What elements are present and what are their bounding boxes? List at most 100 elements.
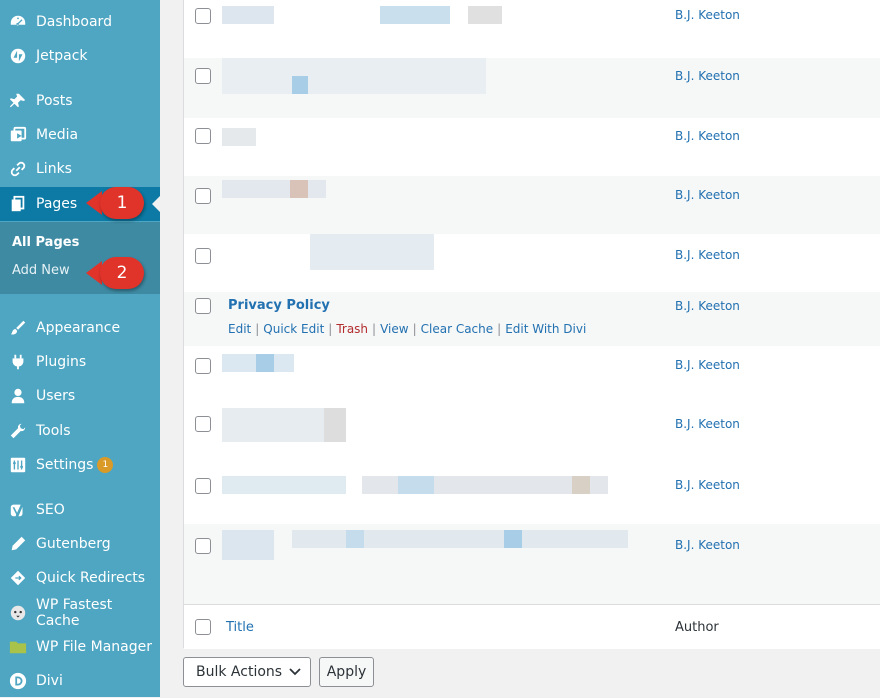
menu-media[interactable]: Media xyxy=(0,118,160,152)
menu-label: Posts xyxy=(36,93,73,109)
menu-dashboard[interactable]: Dashboard xyxy=(0,5,160,39)
menu-wp-file-manager[interactable]: WP File Manager xyxy=(0,630,160,664)
blurred-title xyxy=(346,530,364,548)
blurred-title xyxy=(256,354,274,372)
submenu-add-new[interactable]: Add New xyxy=(12,263,70,278)
menu-posts[interactable]: Posts xyxy=(0,84,160,118)
menu-wp-fastest-cache[interactable]: WP Fastest Cache xyxy=(0,596,160,630)
bulk-actions-select[interactable]: Bulk Actions xyxy=(183,657,311,687)
apply-button[interactable]: Apply xyxy=(319,657,374,687)
author-link[interactable]: B.J. Keeton xyxy=(675,248,740,262)
active-indicator xyxy=(152,196,160,212)
menu-label: Users xyxy=(36,388,76,404)
table-row: Privacy Policy Edit | Quick Edit | Trash | Vie… xyxy=(184,292,880,346)
submenu-all-pages[interactable]: All Pages xyxy=(12,235,79,250)
divi-icon xyxy=(9,672,27,690)
redirect-icon xyxy=(9,569,27,587)
dashboard-icon xyxy=(9,13,27,31)
blurred-title xyxy=(222,476,346,494)
menu-plugins[interactable]: Plugins xyxy=(0,345,160,379)
menu-label: Pages xyxy=(36,196,78,212)
menu-appearance[interactable]: Appearance xyxy=(0,311,160,345)
menu-label: Media xyxy=(36,127,79,143)
plug-icon xyxy=(9,353,27,371)
menu-links[interactable]: Links xyxy=(0,152,160,186)
blurred-title xyxy=(222,6,274,24)
menu-label: Links xyxy=(36,161,72,177)
menu-label: Gutenberg xyxy=(36,536,111,552)
pages-table: B.J. Keeton B.J. Keeton B.J. Keeton B.J.… xyxy=(183,0,880,649)
media-icon xyxy=(9,126,27,144)
author-link[interactable]: B.J. Keeton xyxy=(675,8,740,22)
row-checkbox[interactable] xyxy=(195,68,211,84)
author-link[interactable]: B.J. Keeton xyxy=(675,478,740,492)
action-edit[interactable]: Edit xyxy=(228,322,251,336)
table-row: B.J. Keeton xyxy=(184,466,880,524)
cheetah-icon xyxy=(9,604,27,622)
action-view[interactable]: View xyxy=(380,322,408,336)
blurred-title xyxy=(504,530,522,548)
row-checkbox[interactable] xyxy=(195,188,211,204)
action-clear-cache[interactable]: Clear Cache xyxy=(421,322,494,336)
menu-gutenberg[interactable]: Gutenberg xyxy=(0,527,160,561)
menu-jetpack[interactable]: Jetpack xyxy=(0,39,160,73)
author-link[interactable]: B.J. Keeton xyxy=(675,188,740,202)
menu-label: Divi xyxy=(36,673,63,689)
menu-label: Quick Redirects xyxy=(36,570,146,586)
author-link[interactable]: B.J. Keeton xyxy=(675,129,740,143)
menu-label: Plugins xyxy=(36,354,87,370)
action-trash[interactable]: Trash xyxy=(336,322,368,336)
author-link[interactable]: B.J. Keeton xyxy=(675,69,740,83)
row-checkbox[interactable] xyxy=(195,538,211,554)
menu-label: Settings xyxy=(36,457,94,473)
table-row: B.J. Keeton xyxy=(184,118,880,176)
pin-icon xyxy=(9,92,27,110)
row-checkbox[interactable] xyxy=(195,298,211,314)
blurred-title xyxy=(290,180,308,198)
admin-sidebar: Dashboard Jetpack Posts Media Links Page… xyxy=(0,0,160,697)
callout-1: 1 xyxy=(86,186,144,220)
table-row: B.J. Keeton xyxy=(184,524,880,604)
menu-label: WP Fastest Cache xyxy=(36,597,113,629)
wrench-icon xyxy=(9,422,27,440)
menu-tools[interactable]: Tools xyxy=(0,414,160,448)
table-row: B.J. Keeton xyxy=(184,176,880,234)
action-edit-with-divi[interactable]: Edit With Divi xyxy=(505,322,586,336)
row-checkbox[interactable] xyxy=(195,358,211,374)
menu-users[interactable]: Users xyxy=(0,379,160,413)
row-checkbox[interactable] xyxy=(195,8,211,24)
page-title-link[interactable]: Privacy Policy xyxy=(228,298,330,313)
menu-label: Tools xyxy=(36,423,71,439)
row-checkbox[interactable] xyxy=(195,128,211,144)
blurred-title xyxy=(380,6,450,24)
author-link[interactable]: B.J. Keeton xyxy=(675,417,740,431)
menu-seo[interactable]: SEO xyxy=(0,493,160,527)
menu-label: Jetpack xyxy=(36,48,88,64)
row-checkbox[interactable] xyxy=(195,248,211,264)
row-checkbox[interactable] xyxy=(195,416,211,432)
jetpack-icon xyxy=(9,47,27,65)
table-footer: Title Author xyxy=(184,604,880,649)
menu-settings[interactable]: Settings 1 xyxy=(0,448,160,482)
title-column-header[interactable]: Title xyxy=(226,620,254,635)
table-row: B.J. Keeton xyxy=(184,58,880,118)
table-row: B.J. Keeton xyxy=(184,234,880,292)
row-checkbox[interactable] xyxy=(195,478,211,494)
main-content: B.J. Keeton B.J. Keeton B.J. Keeton B.J.… xyxy=(183,0,880,697)
menu-label: Dashboard xyxy=(36,14,112,30)
table-row: B.J. Keeton xyxy=(184,404,880,466)
blurred-title xyxy=(222,58,486,94)
table-row: B.J. Keeton xyxy=(184,0,880,58)
table-row: B.J. Keeton xyxy=(184,346,880,404)
menu-divi[interactable]: Divi xyxy=(0,664,160,698)
action-quick-edit[interactable]: Quick Edit xyxy=(263,322,324,336)
pages-icon xyxy=(9,195,27,213)
pencil-icon xyxy=(9,535,27,553)
author-link[interactable]: B.J. Keeton xyxy=(675,299,740,313)
brush-icon xyxy=(9,319,27,337)
select-all-checkbox[interactable] xyxy=(195,619,211,635)
author-link[interactable]: B.J. Keeton xyxy=(675,538,740,552)
author-column-header: Author xyxy=(675,620,719,635)
menu-quick-redirects[interactable]: Quick Redirects xyxy=(0,561,160,595)
author-link[interactable]: B.J. Keeton xyxy=(675,358,740,372)
